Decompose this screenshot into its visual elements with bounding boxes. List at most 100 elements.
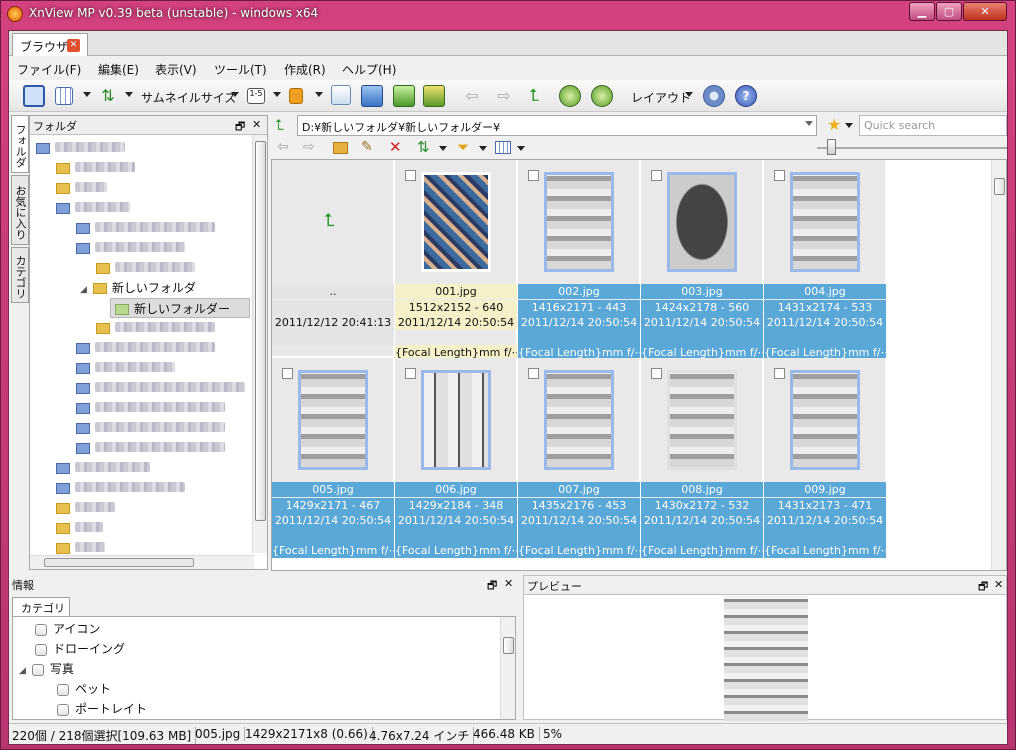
parent-folder-icon[interactable]: ⮤ [523, 85, 545, 107]
thumb-checkbox[interactable] [405, 170, 416, 181]
category-item-portrait[interactable]: ポートレイト [57, 699, 147, 719]
layout-label[interactable]: レイアウト [631, 89, 691, 106]
favorite-dropdown[interactable] [845, 123, 853, 128]
folder-pane-float-icon[interactable]: 🗗 [235, 118, 245, 137]
thumbnail-size-label[interactable]: サムネイルサイズ [141, 89, 236, 106]
capture-icon[interactable] [361, 85, 383, 107]
tree-item[interactable] [56, 158, 135, 178]
tree-item[interactable] [36, 138, 125, 158]
thumb-checkbox[interactable] [528, 170, 539, 181]
side-tab-categories[interactable]: カテゴリ [11, 247, 29, 303]
preview-pane-float-icon[interactable]: 🗗 [978, 578, 988, 597]
category-checkbox[interactable] [57, 703, 69, 716]
category-item-pet[interactable]: ペット [57, 679, 111, 699]
sort-order-icon[interactable]: ⇅ [417, 138, 430, 156]
menu-view[interactable]: 表示(V) [155, 61, 197, 78]
info-pane-float-icon[interactable]: 🗗 [487, 577, 497, 596]
tree-item[interactable] [96, 258, 195, 278]
tree-item[interactable] [96, 318, 215, 338]
folder-tree-hscrollbar[interactable] [30, 555, 254, 569]
filter-icon[interactable]: 1-5 [247, 88, 265, 104]
tab-browser[interactable]: ブラウザ ✕ [12, 33, 88, 56]
side-tab-folders[interactable]: フォルダ [11, 115, 29, 173]
tree-item[interactable] [76, 238, 185, 258]
filter-funnel-icon[interactable]: ⏷ [457, 138, 469, 156]
sort-icon[interactable]: ⇅ [97, 85, 119, 107]
export-icon[interactable] [393, 85, 415, 107]
folder-pane-close-icon[interactable]: ✕ [252, 118, 261, 131]
thumb-cell[interactable]: 008.jpg 1430x2172 - 532 2011/12/14 20:50… [641, 358, 763, 558]
menu-file[interactable]: ファイル(F) [17, 61, 81, 78]
thumbnail-scrollbar[interactable] [991, 160, 1006, 570]
thumb-cell[interactable]: 006.jpg 1429x2184 - 348 2011/12/14 20:50… [395, 358, 517, 558]
thumb-checkbox[interactable] [651, 170, 662, 181]
nav-forward-icon[interactable]: ⇨ [303, 139, 315, 155]
menu-help[interactable]: ヘルプ(H) [342, 61, 396, 78]
path-history-dropdown[interactable] [805, 121, 813, 126]
category-item-icon[interactable]: アイコン [35, 619, 100, 639]
help-icon[interactable]: ? [735, 85, 757, 107]
tree-item[interactable] [76, 358, 175, 378]
close-window-button[interactable]: ✕ [963, 2, 1007, 21]
menu-tools[interactable]: ツール(T) [214, 61, 267, 78]
thumb-zoom-slider-handle[interactable] [827, 139, 836, 155]
xnview-app-icon[interactable] [7, 6, 23, 22]
tree-item[interactable] [76, 418, 225, 438]
tree-item[interactable] [56, 498, 115, 518]
view-mode-dropdown[interactable] [83, 92, 91, 97]
tree-item[interactable] [56, 198, 130, 218]
thumb-checkbox[interactable] [282, 368, 293, 379]
tree-item-new-folder-selected[interactable]: 新しいフォルダー [110, 298, 250, 318]
folder-tree-scrollbar[interactable] [252, 135, 267, 553]
forward-icon[interactable]: ⇨ [493, 85, 515, 107]
view-mode-icon[interactable] [55, 87, 73, 105]
tree-item[interactable] [76, 438, 225, 458]
nav-back-icon[interactable]: ⇦ [277, 139, 289, 155]
tree-item[interactable] [56, 178, 107, 198]
category-checkbox[interactable] [57, 683, 69, 696]
maximize-button[interactable]: ▢ [936, 2, 962, 21]
thumb-cell[interactable]: 003.jpg 1424x2178 - 560 2011/12/14 20:50… [641, 160, 763, 360]
go-up-icon[interactable]: ⮤ [275, 116, 284, 134]
tree-item[interactable] [76, 218, 215, 238]
thumb-cell[interactable]: 002.jpg 1416x2171 - 443 2011/12/14 20:50… [518, 160, 640, 360]
category-checkbox[interactable] [31, 663, 44, 676]
tree-item[interactable] [76, 378, 245, 398]
thumb-checkbox[interactable] [774, 368, 785, 379]
menu-edit[interactable]: 編集(E) [98, 61, 139, 78]
thumb-checkbox[interactable] [528, 368, 539, 379]
sort-dropdown[interactable] [125, 92, 133, 97]
thumb-view-icon[interactable] [495, 141, 511, 154]
thumb-cell[interactable]: 009.jpg 1431x2173 - 471 2011/12/14 20:50… [764, 358, 886, 558]
tree-item[interactable] [56, 478, 185, 498]
thumb-checkbox[interactable] [651, 368, 662, 379]
close-tab-icon[interactable]: ✕ [67, 39, 80, 52]
info-pane-close-icon[interactable]: ✕ [504, 577, 513, 590]
compare-icon[interactable] [331, 85, 351, 105]
preview-pane-close-icon[interactable]: ✕ [994, 578, 1003, 591]
sort-order-dropdown[interactable] [439, 146, 447, 151]
tree-item[interactable] [76, 398, 225, 418]
category-scrollbar[interactable] [500, 617, 515, 719]
tab-categories[interactable]: カテゴリ [12, 597, 70, 617]
thumb-cell-parent[interactable]: ⮤ .. 2011/12/12 20:41:13 [272, 160, 394, 357]
thumb-checkbox[interactable] [774, 170, 785, 181]
tree-item[interactable] [56, 518, 103, 538]
back-icon[interactable]: ⇦ [461, 85, 483, 107]
fullscreen-icon[interactable] [23, 85, 45, 107]
rename-icon[interactable]: ✎ [361, 139, 373, 155]
thumb-view-dropdown[interactable] [517, 146, 525, 151]
filter-dropdown[interactable] [273, 92, 281, 97]
category-item-photo[interactable]: ◢ 写真 [19, 659, 74, 679]
delete-icon[interactable]: ✕ [389, 138, 402, 156]
slideshow-icon[interactable] [423, 85, 445, 107]
new-folder-icon[interactable] [333, 142, 348, 154]
filter-funnel-dropdown[interactable] [479, 146, 487, 151]
thumb-cell[interactable]: 001.jpg 1512x2152 - 640 2011/12/14 20:50… [395, 160, 517, 360]
thumb-checkbox[interactable] [405, 368, 416, 379]
tree-item-new-folder[interactable]: ◢ 新しいフォルダ [80, 278, 196, 298]
minimize-button[interactable]: ▁ [909, 2, 935, 21]
bookmark-dropdown[interactable] [315, 92, 323, 97]
thumb-cell[interactable]: 004.jpg 1431x2174 - 533 2011/12/14 20:50… [764, 160, 886, 360]
thumb-cell[interactable]: 007.jpg 1435x2176 - 453 2011/12/14 20:50… [518, 358, 640, 558]
